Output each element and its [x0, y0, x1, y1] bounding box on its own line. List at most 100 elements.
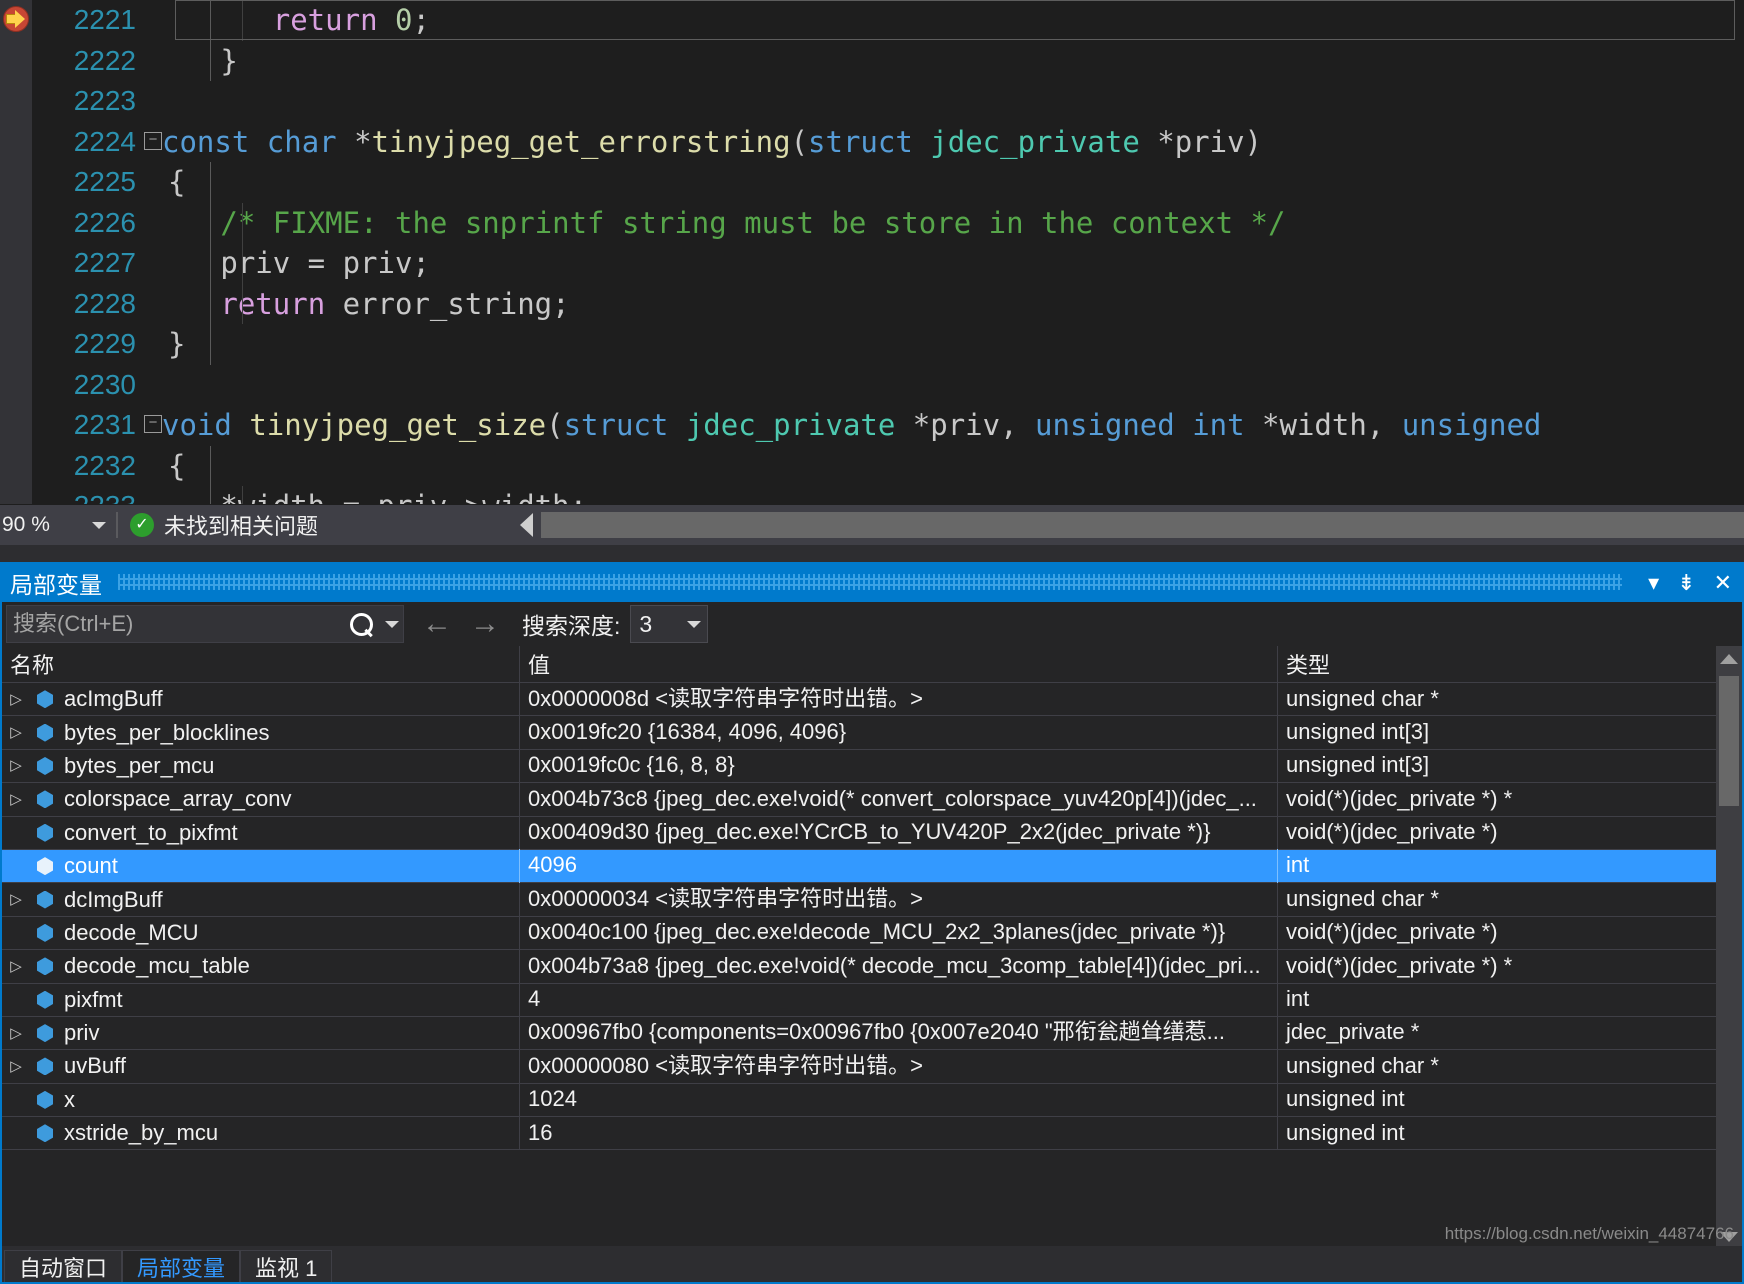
vertical-scroll-thumb[interactable] — [1719, 676, 1739, 806]
column-header-type[interactable]: 类型 — [1278, 646, 1742, 682]
column-header-value[interactable]: 值 — [520, 646, 1278, 682]
search-input[interactable] — [7, 610, 341, 638]
code-line[interactable]: 2228 return error_string; — [32, 283, 1744, 324]
cell-value[interactable]: 0x00000080 <读取字符串字符时出错。> — [520, 1049, 1278, 1084]
code-line[interactable]: 2231− void tinyjpeg_get_size(struct jdec_… — [32, 405, 1744, 446]
cell-value[interactable]: 0x00967fb0 {components=0x00967fb0 {0x007… — [520, 1016, 1278, 1050]
code-line[interactable]: 2221 return 0; — [32, 0, 1744, 41]
code-text-area[interactable]: 2221 return 0; 2222 } 2223 2224− const char… — [32, 0, 1744, 562]
code-line[interactable]: 2230 — [32, 365, 1744, 406]
code-line[interactable]: 2227 priv = priv; — [32, 243, 1744, 284]
expand-triangle-icon[interactable]: ▷ — [2, 950, 30, 983]
editor-horizontal-scrollbar[interactable] — [520, 510, 1744, 540]
table-row[interactable]: pixfmt 4 int — [2, 983, 1742, 1017]
locals-grid[interactable]: 名称 值 类型 ▷ acImgBuff 0x0000008d <读取字符串字符时出错… — [2, 646, 1742, 1250]
cell-name[interactable]: ▷ dcImgBuff — [2, 882, 520, 917]
cell-value[interactable]: 0x004b73a8 {jpeg_dec.exe!void(* decode_m… — [520, 949, 1278, 984]
expand-triangle-icon[interactable]: ▷ — [2, 1017, 30, 1050]
cell-name[interactable]: x — [2, 1083, 520, 1117]
cell-name[interactable]: ▷ bytes_per_blocklines — [2, 715, 520, 750]
cell-value[interactable]: 0x0040c100 {jpeg_dec.exe!decode_MCU_2x2_… — [520, 916, 1278, 950]
breakpoint-current-statement-icon[interactable] — [1, 2, 31, 34]
table-row[interactable]: x 1024 unsigned int — [2, 1083, 1742, 1118]
cell-name[interactable]: count — [2, 849, 520, 883]
expand-triangle-icon[interactable]: ▷ — [2, 749, 30, 782]
cell-type: int — [1278, 849, 1742, 883]
column-header-name[interactable]: 名称 — [2, 646, 520, 682]
fold-collapse-icon[interactable]: − — [144, 415, 162, 433]
cell-value[interactable]: 0x00409d30 {jpeg_dec.exe!YCrCB_to_YUV420… — [520, 816, 1278, 850]
cell-value[interactable]: 0x00000034 <读取字符串字符时出错。> — [520, 882, 1278, 917]
table-row[interactable]: ▷ dcImgBuff 0x00000034 <读取字符串字符时出错。> unsign… — [2, 882, 1742, 917]
table-row[interactable]: ▷ bytes_per_mcu 0x0019fc0c {16, 8, 8} unsig… — [2, 749, 1742, 784]
search-box[interactable] — [6, 605, 404, 643]
cell-name[interactable]: ▷ colorspace_array_conv — [2, 782, 520, 817]
grid-vertical-scrollbar[interactable] — [1716, 646, 1742, 1250]
expand-triangle-icon[interactable]: ▷ — [2, 683, 30, 716]
cell-value[interactable]: 4096 — [520, 849, 1278, 883]
code-line[interactable]: 2226 /* FIXME: the snprintf string must … — [32, 202, 1744, 243]
table-row[interactable]: ▷ decode_mcu_table 0x004b73a8 {jpeg_dec.ex… — [2, 949, 1742, 984]
expand-triangle-icon[interactable]: ▷ — [2, 716, 30, 749]
search-icon[interactable] — [341, 606, 381, 642]
table-row[interactable]: ▷ uvBuff 0x00000080 <读取字符串字符时出错。> unsigned … — [2, 1049, 1742, 1084]
code-line[interactable]: 2229 } — [32, 324, 1744, 365]
table-row[interactable]: ▷ acImgBuff 0x0000008d <读取字符串字符时出错。> unsign… — [2, 683, 1742, 717]
cell-name[interactable]: xstride_by_mcu — [2, 1116, 520, 1150]
indent-guide — [210, 202, 211, 243]
cell-name[interactable]: convert_to_pixfmt — [2, 816, 520, 850]
cell-name[interactable]: pixfmt — [2, 983, 520, 1017]
scroll-up-arrow-icon[interactable] — [1716, 646, 1742, 672]
window-drag-grip[interactable] — [118, 574, 1622, 590]
cell-value[interactable]: 0x004b73c8 {jpeg_dec.exe!void(* convert_… — [520, 782, 1278, 817]
horizontal-scroll-thumb[interactable] — [541, 512, 1744, 538]
locals-title-bar[interactable]: 局部变量 ▾ ⇟ ✕ — [2, 564, 1742, 602]
cell-value[interactable]: 0x0000008d <读取字符串字符时出错。> — [520, 683, 1278, 716]
table-row[interactable]: ▷ bytes_per_blocklines 0x0019fc20 {16384, … — [2, 715, 1742, 750]
close-icon[interactable]: ✕ — [1714, 572, 1732, 594]
cell-name[interactable]: ▷ bytes_per_mcu — [2, 749, 520, 783]
locals-toolbar: ← → 搜索深度: 3 — [2, 602, 1742, 646]
cell-name[interactable]: ▷ acImgBuff — [2, 683, 520, 716]
code-line[interactable]: 2223 — [32, 81, 1744, 122]
search-previous-arrow-icon[interactable]: ← — [422, 609, 452, 639]
cell-value[interactable]: 0x0019fc0c {16, 8, 8} — [520, 749, 1278, 783]
code-line[interactable]: 2224− const char *tinyjpeg_get_errorstrin… — [32, 122, 1744, 163]
cell-name[interactable]: ▷ uvBuff — [2, 1049, 520, 1084]
code-line[interactable]: 2225 { — [32, 162, 1744, 203]
cell-value[interactable]: 0x0019fc20 {16384, 4096, 4096} — [520, 715, 1278, 750]
tab-locals[interactable]: 局部变量 — [122, 1250, 241, 1282]
search-depth-combobox[interactable]: 3 — [630, 605, 709, 643]
table-row[interactable]: ▷ colorspace_array_conv 0x004b73c8 {jpeg_d… — [2, 782, 1742, 817]
table-row[interactable]: count 4096 int — [2, 849, 1742, 884]
search-options-chevron-down-icon[interactable] — [381, 606, 403, 642]
code-editor-pane[interactable]: 2221 return 0; 2222 } 2223 2224− const char… — [0, 0, 1744, 562]
cell-name[interactable]: decode_MCU — [2, 916, 520, 950]
tab-autos[interactable]: 自动窗口 — [4, 1250, 123, 1282]
table-row[interactable]: convert_to_pixfmt 0x00409d30 {jpeg_dec.ex… — [2, 816, 1742, 850]
fold-collapse-icon[interactable]: − — [144, 131, 162, 150]
pin-icon[interactable]: ⇟ — [1677, 572, 1695, 594]
cell-value[interactable]: 4 — [520, 983, 1278, 1017]
code-line[interactable]: 2232 { — [32, 445, 1744, 486]
scroll-left-arrow-icon[interactable] — [520, 513, 533, 537]
breakpoint-gutter[interactable] — [0, 0, 32, 562]
expand-triangle-icon[interactable]: ▷ — [2, 783, 30, 816]
variable-name-label: bytes_per_mcu — [64, 752, 215, 778]
table-row[interactable]: ▷ priv 0x00967fb0 {components=0x00967fb0 {… — [2, 1016, 1742, 1051]
cell-name[interactable]: ▷ priv — [2, 1016, 520, 1050]
code-line[interactable]: 2222 } — [32, 40, 1744, 81]
cell-name[interactable]: ▷ decode_mcu_table — [2, 949, 520, 984]
issues-status[interactable]: ✓ 未找到相关问题 — [130, 509, 318, 541]
zoom-level-combobox[interactable]: 90 % — [0, 508, 112, 542]
expand-triangle-icon[interactable]: ▷ — [2, 883, 30, 916]
table-row[interactable]: xstride_by_mcu 16 unsigned int — [2, 1116, 1742, 1151]
issues-status-label: 未找到相关问题 — [164, 514, 319, 539]
cell-value[interactable]: 1024 — [520, 1083, 1278, 1117]
cell-value[interactable]: 16 — [520, 1116, 1278, 1150]
table-row[interactable]: decode_MCU 0x0040c100 {jpeg_dec.exe!decod… — [2, 916, 1742, 951]
chevron-down-icon[interactable]: ▾ — [1648, 572, 1659, 594]
tab-watch-1[interactable]: 监视 1 — [240, 1250, 333, 1282]
search-next-arrow-icon[interactable]: → — [470, 609, 500, 639]
expand-triangle-icon[interactable]: ▷ — [2, 1050, 30, 1083]
